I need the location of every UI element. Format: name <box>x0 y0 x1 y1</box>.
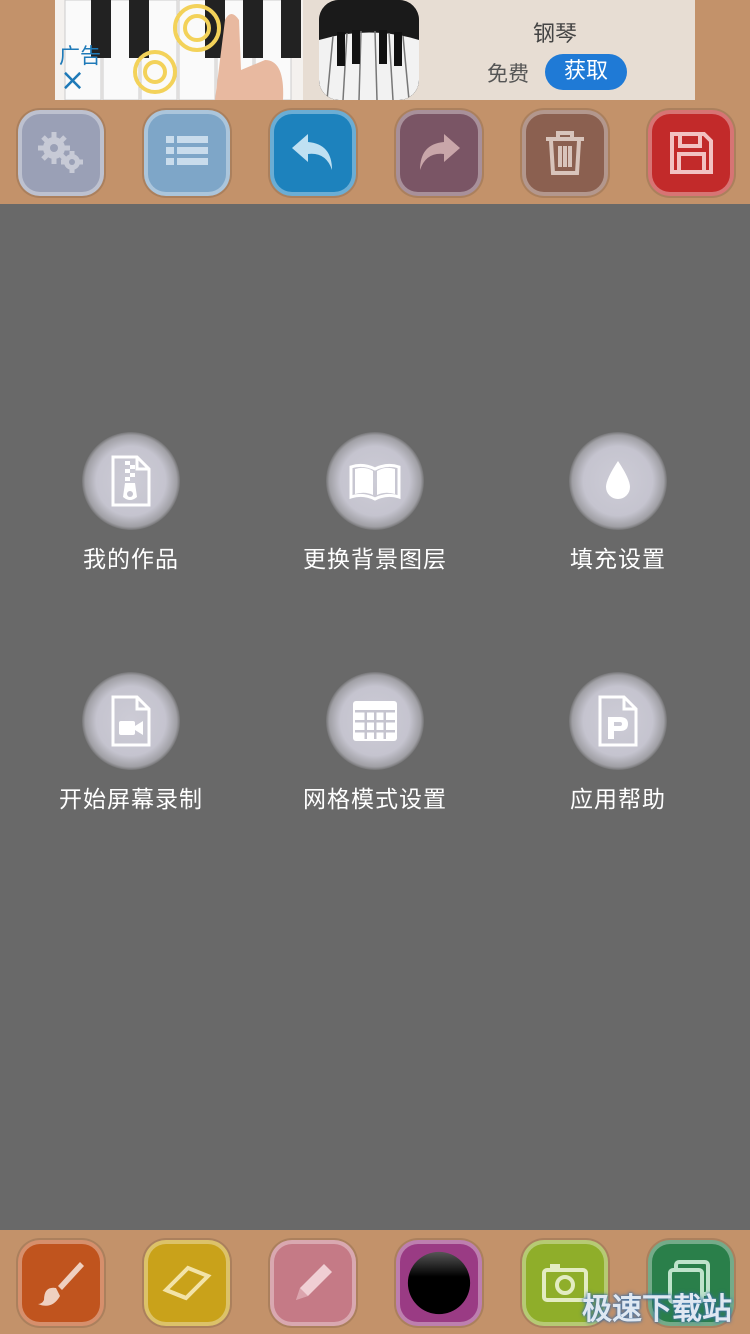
menu-item-fill-settings[interactable]: 填充设置 <box>498 432 738 574</box>
list-icon <box>166 136 208 165</box>
menu-label: 网格模式设置 <box>303 787 447 813</box>
p-file-icon <box>569 672 667 770</box>
pencil-button[interactable] <box>270 1240 356 1326</box>
brush-icon <box>38 1262 84 1306</box>
settings-button[interactable] <box>18 110 104 196</box>
menu-label: 更换背景图层 <box>303 547 447 573</box>
menu-label: 我的作品 <box>83 547 179 573</box>
grid-icon <box>326 672 424 770</box>
menu-label: 填充设置 <box>570 547 666 573</box>
menu-item-grid-mode[interactable]: 网格模式设置 <box>255 672 495 814</box>
ad-image[interactable]: 广告 × <box>55 0 303 100</box>
ad-get-button[interactable]: 获取 <box>545 54 627 90</box>
undo-icon <box>292 134 332 170</box>
menu-label: 开始屏幕录制 <box>59 787 203 813</box>
trash-icon <box>546 131 584 175</box>
piano-app-icon[interactable] <box>319 0 419 100</box>
undo-button[interactable] <box>270 110 356 196</box>
save-button[interactable] <box>648 110 734 196</box>
zip-file-icon <box>82 432 180 530</box>
color-circle-icon <box>407 1251 471 1315</box>
menu-label: 应用帮助 <box>570 787 666 813</box>
color-picker-button[interactable] <box>396 1240 482 1326</box>
menu-item-change-background[interactable]: 更换背景图层 <box>255 432 495 574</box>
book-icon <box>326 432 424 530</box>
eraser-icon <box>162 1265 212 1301</box>
brush-button[interactable] <box>18 1240 104 1326</box>
pencil-icon <box>296 1264 332 1300</box>
ad-banner[interactable]: 广告 × 钢琴 免费 获取 <box>55 0 695 100</box>
menu-item-help[interactable]: 应用帮助 <box>498 672 738 814</box>
watermark: 极速下载站 <box>582 1292 732 1327</box>
list-button[interactable] <box>144 110 230 196</box>
delete-button[interactable] <box>522 110 608 196</box>
gears-icon <box>38 132 83 173</box>
eraser-button[interactable] <box>144 1240 230 1326</box>
ad-close-icon[interactable]: × <box>60 66 85 96</box>
drop-icon <box>569 432 667 530</box>
ad-app-name: 钢琴 <box>533 22 578 47</box>
redo-icon <box>420 134 460 170</box>
menu-item-screen-record[interactable]: 开始屏幕录制 <box>11 672 251 814</box>
menu-item-my-works[interactable]: 我的作品 <box>11 432 251 574</box>
video-file-icon <box>82 672 180 770</box>
save-icon <box>670 132 713 174</box>
ad-price: 免费 <box>487 62 529 86</box>
top-bar: 广告 × 钢琴 免费 获取 <box>0 0 750 204</box>
redo-button[interactable] <box>396 110 482 196</box>
